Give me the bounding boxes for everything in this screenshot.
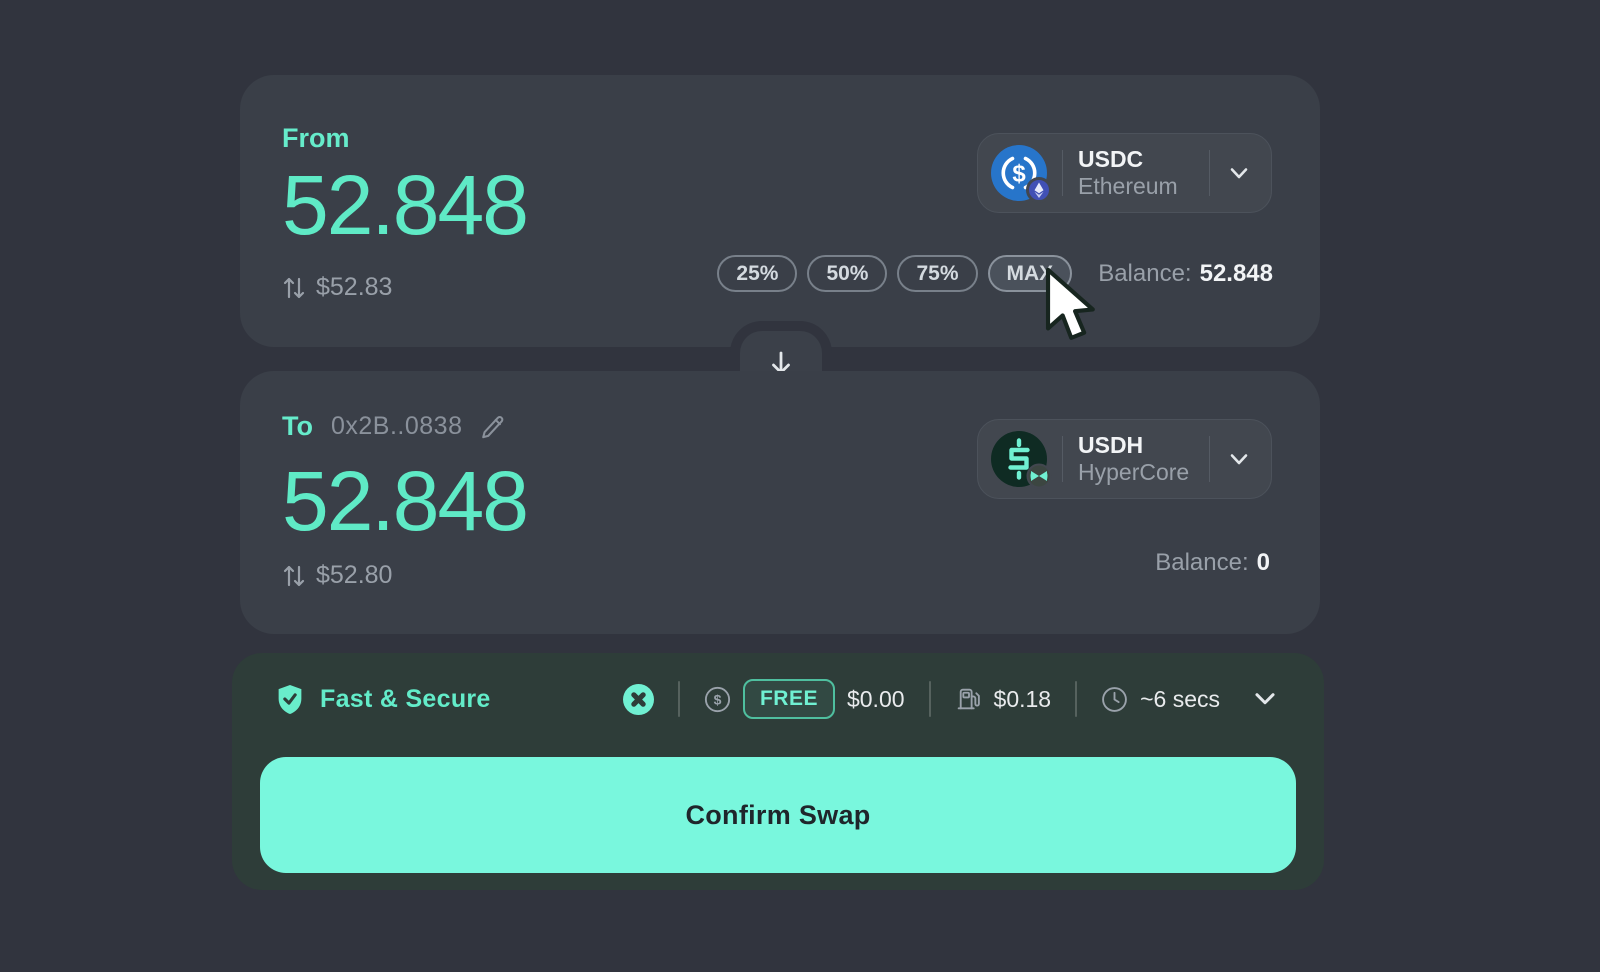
gas-group: $0.18 <box>955 686 1052 713</box>
time-group: ~6 secs <box>1101 686 1220 713</box>
to-balance-value: 0 <box>1257 549 1270 577</box>
swap-vertical-icon <box>282 275 306 301</box>
to-balance: Balance: 0 <box>1155 549 1270 577</box>
from-balance-label: Balance: <box>1098 260 1191 288</box>
percent-button-max[interactable]: MAX <box>988 255 1073 292</box>
summary-chevron-down-icon[interactable] <box>1250 684 1280 714</box>
divider <box>1062 436 1063 482</box>
recipient-address: 0x2B..0838 <box>331 412 463 441</box>
divider <box>929 681 931 717</box>
divider <box>1209 436 1210 482</box>
edit-pencil-icon <box>480 414 506 440</box>
fee-group: $ FREE $0.00 <box>704 679 905 719</box>
percent-button-75[interactable]: 75% <box>897 255 977 292</box>
from-card: From 52.848 $52.83 $ <box>240 75 1320 347</box>
divider <box>1075 681 1077 717</box>
to-amount[interactable]: 52.848 <box>282 457 527 545</box>
to-card: To 0x2B..0838 52.848 $52.80 <box>240 371 1320 634</box>
gas-value: $0.18 <box>994 686 1052 713</box>
swap-vertical-icon <box>282 563 306 589</box>
to-header: To 0x2B..0838 <box>282 411 506 442</box>
to-token-symbol: USDH <box>1078 432 1143 459</box>
to-label: To <box>282 411 313 442</box>
usdc-token-icon: $ <box>991 145 1047 201</box>
to-token-network: HyperCore <box>1078 459 1189 486</box>
fee-dollar-icon: $ <box>704 686 731 713</box>
free-badge: FREE <box>743 679 835 719</box>
to-balance-label: Balance: <box>1155 549 1248 577</box>
gas-pump-icon <box>955 686 982 713</box>
to-fiat-row[interactable]: $52.80 <box>282 561 392 590</box>
from-amount-input[interactable]: 52.848 <box>282 161 527 249</box>
shield-check-icon <box>276 684 304 715</box>
fee-value: $0.00 <box>847 686 905 713</box>
from-token-network: Ethereum <box>1078 173 1178 200</box>
from-token-symbol: USDC <box>1078 146 1143 173</box>
ethereum-network-badge-icon <box>1026 177 1052 206</box>
chevron-down-icon <box>1225 159 1253 187</box>
hypercore-network-badge-icon <box>1026 463 1052 492</box>
to-fiat-value: $52.80 <box>316 561 392 590</box>
summary-row[interactable]: Fast & Secure $ FREE $0.00 <box>232 653 1324 745</box>
to-token-selector[interactable]: USDH HyperCore <box>977 419 1272 499</box>
divider <box>678 681 680 717</box>
percent-button-25[interactable]: 25% <box>717 255 797 292</box>
usdh-token-icon <box>991 431 1047 487</box>
fast-secure-label: Fast & Secure <box>320 685 491 714</box>
percent-button-50[interactable]: 50% <box>807 255 887 292</box>
divider <box>1062 150 1063 196</box>
edit-address-button[interactable] <box>480 414 506 440</box>
percent-row: 25% 50% 75% MAX Balance: 52.848 <box>717 255 1273 292</box>
svg-text:$: $ <box>1012 161 1026 188</box>
summary-card: Fast & Secure $ FREE $0.00 <box>232 653 1324 890</box>
from-token-selector[interactable]: $ USDC Ethereum <box>977 133 1272 213</box>
from-balance: Balance: 52.848 <box>1098 260 1273 288</box>
from-balance-value: 52.848 <box>1200 260 1273 288</box>
confirm-swap-button[interactable]: Confirm Swap <box>260 757 1296 873</box>
from-fiat-row[interactable]: $52.83 <box>282 273 392 302</box>
from-label: From <box>282 123 350 154</box>
divider <box>1209 150 1210 196</box>
relay-logo-icon <box>623 684 654 715</box>
time-estimate: ~6 secs <box>1140 686 1220 713</box>
svg-text:$: $ <box>714 691 722 707</box>
chevron-down-icon <box>1225 445 1253 473</box>
clock-icon <box>1101 686 1128 713</box>
from-fiat-value: $52.83 <box>316 273 392 302</box>
